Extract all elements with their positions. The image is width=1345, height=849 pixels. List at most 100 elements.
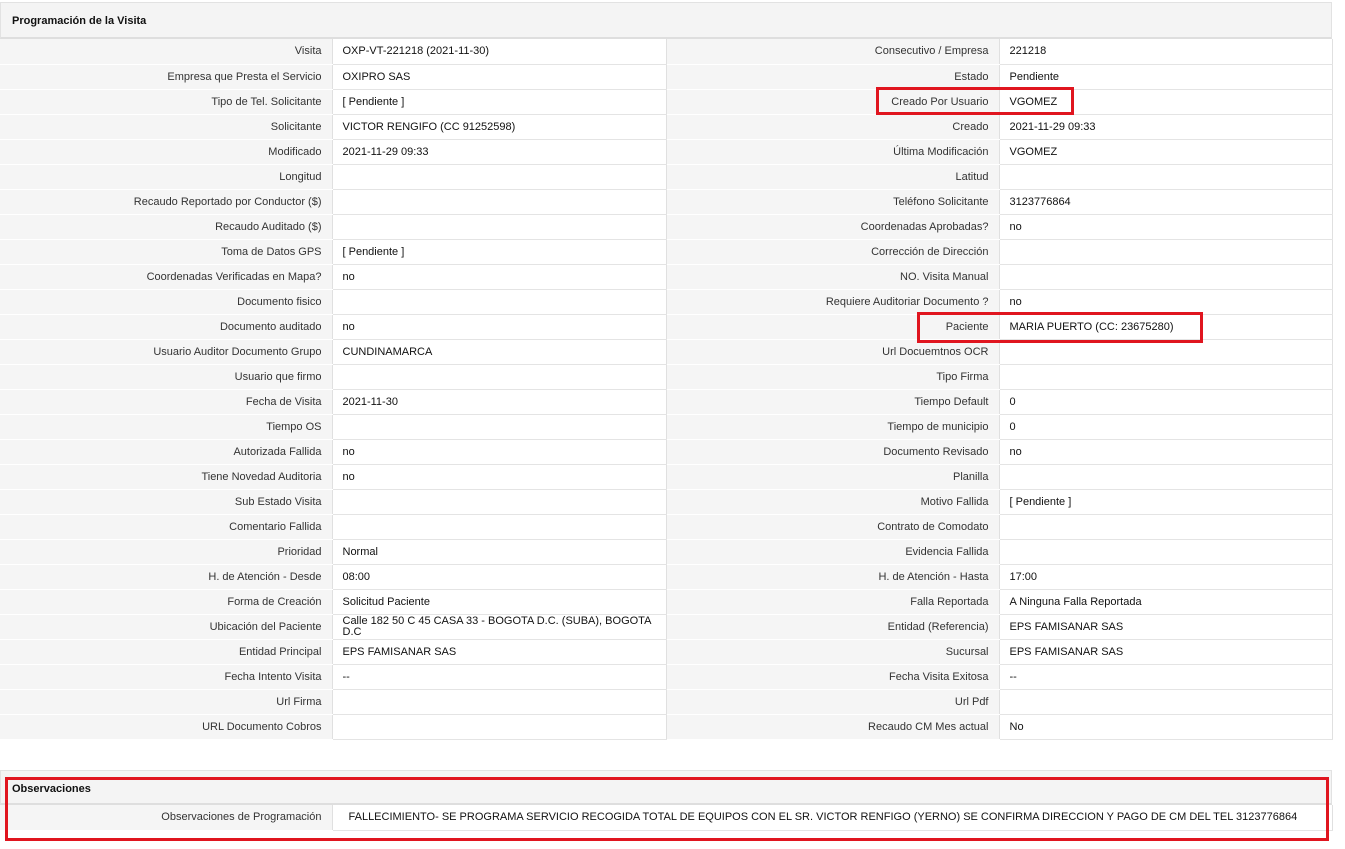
detail-label: Tipo de Tel. Solicitante <box>0 89 332 115</box>
detail-label: Recaudo CM Mes actual <box>666 714 999 740</box>
detail-value <box>998 514 1333 540</box>
observations-value: FALLECIMIENTO- SE PROGRAMA SERVICIO RECO… <box>331 805 1333 831</box>
detail-label: Recaudo Auditado ($) <box>0 214 332 240</box>
detail-label: Url Docuemtnos OCR <box>666 339 999 365</box>
detail-value: CUNDINAMARCA <box>331 339 667 365</box>
detail-label: Teléfono Solicitante <box>666 189 999 215</box>
detail-value: 221218 <box>998 39 1333 65</box>
detail-label: Tiene Novedad Auditoria <box>0 464 332 490</box>
detail-label: Tiempo de municipio <box>666 414 999 440</box>
detail-row: Entidad Principal EPS FAMISANAR SAS Sucurs… <box>0 639 1333 665</box>
detail-value <box>331 189 667 215</box>
detail-label: Usuario Auditor Documento Grupo <box>0 339 332 365</box>
detail-label: Toma de Datos GPS <box>0 239 332 265</box>
detail-value: no <box>331 464 667 490</box>
observations-table: Observaciones de Programación FALLECIMIE… <box>0 805 1333 831</box>
detail-label: Sucursal <box>666 639 999 665</box>
detail-value <box>331 214 667 240</box>
detail-label: Evidencia Fallida <box>666 539 999 565</box>
detail-label: Latitud <box>666 164 999 190</box>
detail-row: Forma de Creación Solicitud Paciente Falla… <box>0 589 1333 615</box>
detail-row: Modificado 2021-11-29 09:33 Última Modific… <box>0 139 1333 165</box>
detail-label: Longitud <box>0 164 332 190</box>
detail-label: Url Pdf <box>666 689 999 715</box>
detail-value <box>998 539 1333 565</box>
detail-label: Solicitante <box>0 114 332 140</box>
detail-value: EPS FAMISANAR SAS <box>998 639 1333 665</box>
detail-value <box>331 364 667 390</box>
detail-row: Empresa que Presta el Servicio OXIPRO SAS… <box>0 64 1333 90</box>
visit-programming-panel: Programación de la Visita Visita OXP-VT-2… <box>0 2 1333 740</box>
detail-value: 2021-11-30 <box>331 389 667 415</box>
detail-value <box>998 239 1333 265</box>
detail-value: 0 <box>998 389 1333 415</box>
observations-label: Observaciones de Programación <box>0 805 332 831</box>
detail-value <box>998 339 1333 365</box>
detail-label: NO. Visita Manual <box>666 264 999 290</box>
detail-value: Normal <box>331 539 667 565</box>
detail-row: Url Firma Url Pdf <box>0 689 1333 715</box>
detail-value: VICTOR RENGIFO (CC 91252598) <box>331 114 667 140</box>
detail-label: Sub Estado Visita <box>0 489 332 515</box>
detail-label: Url Firma <box>0 689 332 715</box>
detail-row: Tipo de Tel. Solicitante[ Pendiente ] Cre… <box>0 89 1333 115</box>
detail-label: Planilla <box>666 464 999 490</box>
detail-value <box>331 489 667 515</box>
detail-label: Coordenadas Aprobadas? <box>666 214 999 240</box>
detail-value: -- <box>998 664 1333 690</box>
detail-label: Usuario que firmo <box>0 364 332 390</box>
detail-label: Forma de Creación <box>0 589 332 615</box>
detail-label: Modificado <box>0 139 332 165</box>
detail-row: Autorizada Fallida no Documento Revisado … <box>0 439 1333 465</box>
detail-row: Toma de Datos GPS[ Pendiente ] Corrección… <box>0 239 1333 265</box>
detail-label: Creado Por Usuario <box>666 89 999 115</box>
detail-value: [ Pendiente ] <box>998 489 1333 515</box>
detail-label: Tipo Firma <box>666 364 999 390</box>
detail-value <box>331 164 667 190</box>
detail-label: Última Modificación <box>666 139 999 165</box>
detail-value: A Ninguna Falla Reportada <box>998 589 1333 615</box>
detail-row: Visita OXP-VT-221218 (2021-11-30) Consecut… <box>0 39 1333 65</box>
detail-value: EPS FAMISANAR SAS <box>331 639 667 665</box>
visit-section-title: Programación de la Visita <box>0 2 1332 39</box>
detail-row: H. de Atención - Desde 08:00 H. de Atenció… <box>0 564 1333 590</box>
detail-label: Falla Reportada <box>666 589 999 615</box>
detail-value: [ Pendiente ] <box>331 239 667 265</box>
detail-row: Comentario Fallida Contrato de Comodato <box>0 514 1333 540</box>
detail-label: Creado <box>666 114 999 140</box>
detail-row: Tiempo OS Tiempo de municipio 0 <box>0 414 1333 440</box>
detail-value: OXP-VT-221218 (2021-11-30) <box>331 39 667 65</box>
detail-value <box>331 714 667 740</box>
detail-label: Fecha Visita Exitosa <box>666 664 999 690</box>
detail-value: OXIPRO SAS <box>331 64 667 90</box>
detail-value: no <box>998 214 1333 240</box>
detail-label: Autorizada Fallida <box>0 439 332 465</box>
detail-label: Contrato de Comodato <box>666 514 999 540</box>
observations-section-title: Observaciones <box>0 770 1332 805</box>
detail-label: Entidad (Referencia) <box>666 614 999 640</box>
detail-row: Solicitante VICTOR RENGIFO (CC 91252598) C… <box>0 114 1333 140</box>
detail-value <box>998 364 1333 390</box>
detail-label: URL Documento Cobros <box>0 714 332 740</box>
detail-label: Ubicación del Paciente <box>0 614 332 640</box>
detail-value: 2021-11-29 09:33 <box>998 114 1333 140</box>
detail-label: Documento Revisado <box>666 439 999 465</box>
detail-row: Fecha de Visita 2021-11-30 Tiempo Default… <box>0 389 1333 415</box>
detail-value: Calle 182 50 C 45 CASA 33 - BOGOTA D.C. … <box>331 614 667 640</box>
detail-row: Fecha Intento Visita -- Fecha Visita Exit… <box>0 664 1333 690</box>
detail-value <box>331 689 667 715</box>
detail-value: no <box>331 439 667 465</box>
detail-label: Corrección de Dirección <box>666 239 999 265</box>
detail-label: Paciente <box>666 314 999 340</box>
detail-value: VGOMEZ <box>998 89 1333 115</box>
observations-row: Observaciones de Programación FALLECIMIE… <box>0 805 1333 831</box>
detail-row: Usuario que firmo Tipo Firma <box>0 364 1333 390</box>
detail-value: [ Pendiente ] <box>331 89 667 115</box>
detail-value: VGOMEZ <box>998 139 1333 165</box>
detail-row: URL Documento Cobros Recaudo CM Mes actua… <box>0 714 1333 740</box>
detail-label: H. de Atención - Hasta <box>666 564 999 590</box>
detail-value: no <box>331 264 667 290</box>
detail-value: Pendiente <box>998 64 1333 90</box>
detail-label: Entidad Principal <box>0 639 332 665</box>
detail-label: Fecha de Visita <box>0 389 332 415</box>
